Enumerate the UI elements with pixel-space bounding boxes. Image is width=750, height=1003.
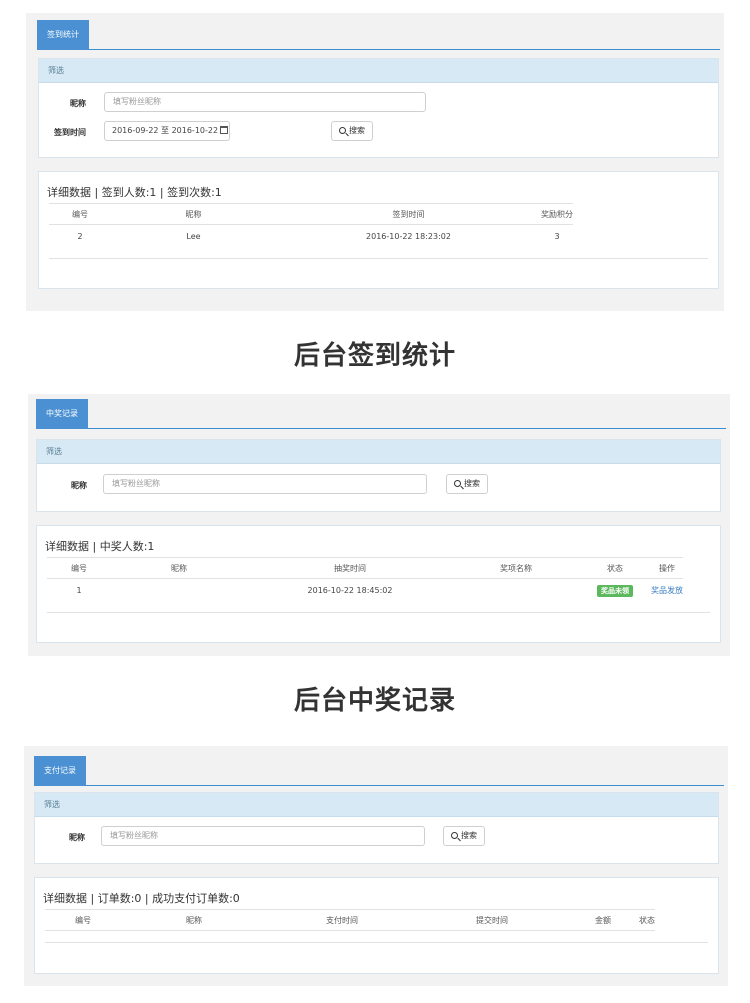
checkin-filter-panel: 筛选 昵称 填写粉丝昵称 签到时间 2016-09-22 至 2016-10-2… [38,58,719,158]
calendar-icon [220,126,229,134]
col-checkin-time: 签到时间 [276,203,541,225]
table-footer-divider [49,258,708,259]
payment-tabbar: 支付记录 [34,756,724,786]
search-button[interactable]: 搜索 [443,826,485,846]
col-status: 状态 [579,557,651,579]
checkin-tabbar: 签到统计 [37,20,720,50]
col-id: 编号 [49,203,111,225]
table-header-row: 编号 昵称 支付时间 提交时间 金额 状态 [45,909,655,931]
payment-filter-panel: 筛选 昵称 填写粉丝昵称 搜索 [34,792,719,864]
prize-filter-panel: 筛选 昵称 填写粉丝昵称 搜索 [36,439,721,512]
cell-time: 2016-10-22 18:23:02 [366,232,451,242]
distribute-prize-link[interactable]: 奖品发放 [651,586,683,595]
date-range-input[interactable]: 2016-09-22 至 2016-10-22 [104,121,230,141]
date-range-value: 2016-09-22 至 2016-10-22 [112,126,219,135]
col-nickname: 昵称 [111,557,247,579]
search-button[interactable]: 搜索 [331,121,373,141]
col-draw-time: 抽奖时间 [247,557,453,579]
search-icon [451,832,458,839]
prize-data-panel: 详细数据 | 中奖人数:1 编号 昵称 抽奖时间 奖项名称 状态 操作 1 20… [36,525,721,643]
cell-action: 奖品发放 [651,579,683,603]
col-status: 状态 [639,909,655,931]
checkin-table: 编号 昵称 签到时间 奖励积分 2 Lee 2016-10-22 18:23:0… [49,203,573,249]
table-header-row: 编号 昵称 抽奖时间 奖项名称 状态 操作 [47,557,683,579]
table-footer-divider [45,942,708,943]
caption-prize: 后台中奖记录 [293,686,456,716]
col-amount: 金额 [567,909,639,931]
nickname-input[interactable]: 填写粉丝昵称 [104,92,426,112]
prize-tabbar: 中奖记录 [36,399,726,429]
col-action: 操作 [651,557,683,579]
payment-screenshot: 支付记录 筛选 昵称 填写粉丝昵称 搜索 详细数据 | 订单数:0 | 成功支付… [24,746,728,986]
nickname-label: 昵称 [70,99,86,108]
nickname-label: 昵称 [69,833,85,842]
cell-time: 2016-10-22 18:45:02 [307,586,393,596]
table-header-row: 编号 昵称 签到时间 奖励积分 [49,203,573,225]
tab-checkin-stats[interactable]: 签到统计 [37,20,89,50]
col-nickname: 昵称 [111,203,276,225]
data-summary: 详细数据 | 订单数:0 | 成功支付订单数:0 [43,892,240,905]
filter-title: 筛选 [35,793,718,817]
table-row: 1 2016-10-22 18:45:02 奖品未领 奖品发放 [47,579,683,603]
col-submit-time: 提交时间 [417,909,567,931]
search-button-label: 搜索 [461,831,477,840]
col-reward-points: 奖励积分 [541,203,573,225]
col-pay-time: 支付时间 [267,909,417,931]
search-icon [454,480,461,487]
nickname-input[interactable]: 填写粉丝昵称 [103,474,427,494]
cell-points: 3 [554,232,560,242]
prize-screenshot: 中奖记录 筛选 昵称 填写粉丝昵称 搜索 详细数据 | 中奖人数:1 编号 昵称… [28,394,730,656]
cell-id: 1 [76,586,82,596]
col-id: 编号 [45,909,121,931]
filter-title: 筛选 [37,440,720,464]
checkin-screenshot: 签到统计 筛选 昵称 填写粉丝昵称 签到时间 2016-09-22 至 2016… [26,13,724,311]
status-badge: 奖品未领 [597,584,633,597]
col-prize-name: 奖项名称 [453,557,579,579]
search-icon [339,127,346,134]
tab-payment-records[interactable]: 支付记录 [34,756,86,786]
cell-status: 奖品未领 [579,579,651,603]
data-summary: 详细数据 | 中奖人数:1 [45,540,155,553]
search-button-label: 搜索 [349,126,365,135]
col-id: 编号 [47,557,111,579]
data-summary: 详细数据 | 签到人数:1 | 签到次数:1 [47,186,222,199]
cell-prize-name [453,579,579,603]
filter-title: 筛选 [39,59,718,83]
caption-checkin: 后台签到统计 [293,341,456,371]
search-button-label: 搜索 [464,479,480,488]
nickname-label: 昵称 [71,481,87,490]
cell-nickname [111,579,247,603]
cell-id: 2 [77,232,83,242]
table-footer-divider [47,612,710,613]
payment-table: 编号 昵称 支付时间 提交时间 金额 状态 [45,909,655,931]
table-row: 2 Lee 2016-10-22 18:23:02 3 [49,225,573,249]
nickname-input[interactable]: 填写粉丝昵称 [101,826,425,846]
col-nickname: 昵称 [121,909,267,931]
checkin-data-panel: 详细数据 | 签到人数:1 | 签到次数:1 编号 昵称 签到时间 奖励积分 2… [38,171,719,289]
tab-prize-records[interactable]: 中奖记录 [36,399,88,429]
cell-nickname: Lee [186,232,201,242]
payment-data-panel: 详细数据 | 订单数:0 | 成功支付订单数:0 编号 昵称 支付时间 提交时间… [34,877,719,974]
search-button[interactable]: 搜索 [446,474,488,494]
prize-table: 编号 昵称 抽奖时间 奖项名称 状态 操作 1 2016-10-22 18:45… [47,557,683,603]
checkin-time-label: 签到时间 [54,128,86,137]
